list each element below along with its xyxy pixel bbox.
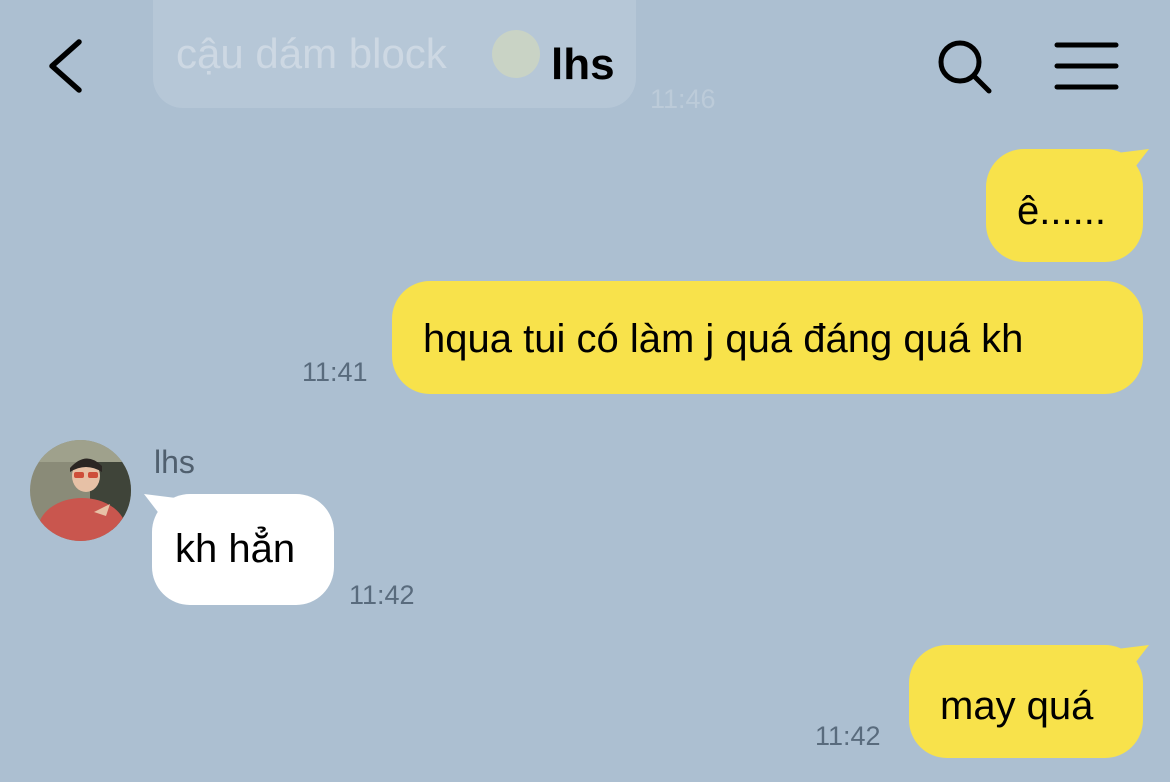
sender-name: lhs	[154, 444, 195, 480]
sent-message-bubble[interactable]: ê......	[986, 149, 1149, 262]
smiley-emoji-icon	[492, 30, 540, 78]
back-button[interactable]	[30, 30, 100, 102]
sent-message-bubble[interactable]: may quá	[909, 645, 1149, 758]
message-timestamp: 11:41	[302, 357, 368, 387]
message-timestamp: 11:42	[349, 580, 415, 610]
bubble-tail	[1117, 645, 1149, 671]
avatar[interactable]	[30, 440, 131, 541]
message-text: kh hẳn	[175, 527, 296, 571]
chevron-left-icon	[49, 39, 82, 93]
message-text: may quá	[940, 684, 1094, 728]
message-timestamp: 11:42	[815, 721, 881, 751]
search-button[interactable]	[932, 34, 998, 100]
sent-message-bubble[interactable]: hqua tui có làm j quá đáng quá kh	[392, 281, 1143, 394]
chat-title: lhs	[551, 40, 615, 89]
menu-button[interactable]	[1052, 38, 1122, 94]
bubble-tail	[1117, 149, 1149, 175]
received-message-bubble[interactable]: kh hẳn	[144, 494, 334, 605]
search-icon	[938, 40, 992, 94]
message-text: hqua tui có làm j quá đáng quá kh	[423, 317, 1024, 361]
message-text: ê......	[1017, 189, 1106, 233]
pinned-message-text: cậu dám block	[176, 30, 447, 77]
chat-screen: cậu dám block 11:46 lhs ê...... hqua tui…	[0, 0, 1170, 782]
chat-header: cậu dám block 11:46 lhs	[0, 0, 1170, 132]
bubble-tail	[144, 494, 176, 520]
profile-photo	[30, 440, 131, 541]
pinned-message-time: 11:46	[650, 84, 716, 114]
hamburger-menu-icon	[1054, 42, 1119, 90]
